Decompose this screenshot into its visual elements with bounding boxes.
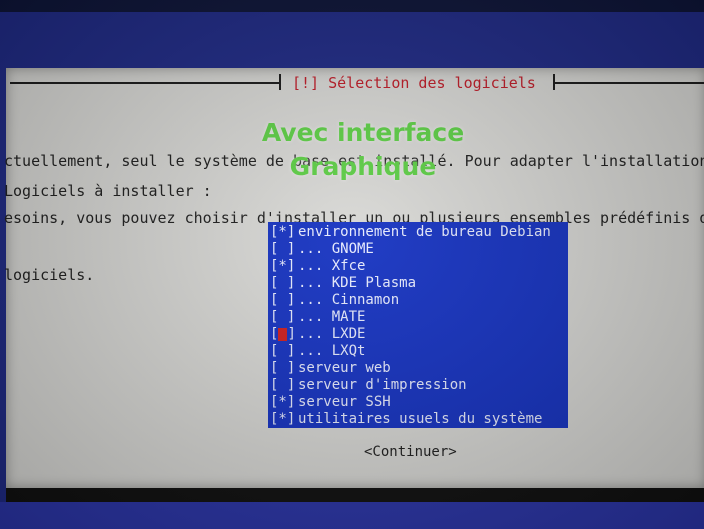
software-list[interactable]: [*] environnement de bureau Debian[ ]... …	[268, 222, 568, 428]
software-item[interactable]: [ ]... GNOME	[268, 241, 568, 258]
software-checkbox[interactable]: [ ]	[268, 292, 298, 309]
title-rule-right	[555, 82, 704, 84]
software-label: serveur SSH	[298, 394, 391, 410]
title-bracket-left	[279, 74, 281, 90]
software-item[interactable]: [ ]... Cinnamon	[268, 292, 568, 309]
software-checkbox[interactable]: [*]	[268, 394, 298, 411]
dialog-title: [!] Sélection des logiciels	[292, 74, 536, 92]
software-label: serveur web	[298, 360, 391, 376]
software-item[interactable]: [ ]... KDE Plasma	[268, 275, 568, 292]
continue-button[interactable]: <Continuer>	[364, 444, 457, 460]
software-checkbox[interactable]: [ ]	[268, 275, 298, 292]
software-item[interactable]: []... LXDE	[268, 326, 568, 343]
screen-top-edge	[0, 0, 704, 12]
software-checkbox[interactable]: [*]	[268, 411, 298, 428]
software-item[interactable]: [*] utilitaires usuels du système	[268, 411, 568, 428]
software-item[interactable]: [*] serveur SSH	[268, 394, 568, 411]
software-label: utilitaires usuels du système	[298, 411, 543, 427]
software-label: environnement de bureau Debian	[298, 224, 551, 240]
software-label: ... LXQt	[298, 343, 366, 359]
software-checkbox[interactable]: [*]	[268, 224, 298, 241]
dialog-shadow	[6, 488, 704, 502]
software-item[interactable]: [*]... Xfce	[268, 258, 568, 275]
screen-bottom-edge	[0, 502, 704, 529]
software-item[interactable]: [*] environnement de bureau Debian	[268, 224, 568, 241]
software-label: ... MATE	[298, 309, 366, 325]
intro-line-1: ctuellement, seul le système de base est…	[4, 152, 704, 170]
software-label: ... GNOME	[298, 241, 374, 257]
software-label: serveur d'impression	[298, 377, 467, 393]
title-rule-left	[10, 82, 280, 84]
software-item[interactable]: [ ]... LXQt	[268, 343, 568, 360]
software-checkbox[interactable]: [ ]	[268, 377, 298, 394]
software-checkbox[interactable]: [*]	[268, 258, 298, 275]
software-item[interactable]: [ ] serveur d'impression	[268, 377, 568, 394]
installer-screen: [!] Sélection des logiciels ctuellement,…	[0, 0, 704, 529]
software-item[interactable]: [ ] serveur web	[268, 360, 568, 377]
software-checkbox[interactable]: []	[268, 326, 298, 343]
software-section-label: Logiciels à installer :	[4, 182, 212, 200]
software-label: ... KDE Plasma	[298, 275, 417, 291]
software-checkbox[interactable]: [ ]	[268, 343, 298, 360]
software-checkbox[interactable]: [ ]	[268, 241, 298, 258]
software-item[interactable]: [ ]... MATE	[268, 309, 568, 326]
software-label: ... LXDE	[298, 326, 366, 342]
software-checkbox[interactable]: [ ]	[268, 360, 298, 377]
software-label: ... Cinnamon	[298, 292, 400, 308]
software-checkbox[interactable]: [ ]	[268, 309, 298, 326]
software-label: ... Xfce	[298, 258, 366, 274]
